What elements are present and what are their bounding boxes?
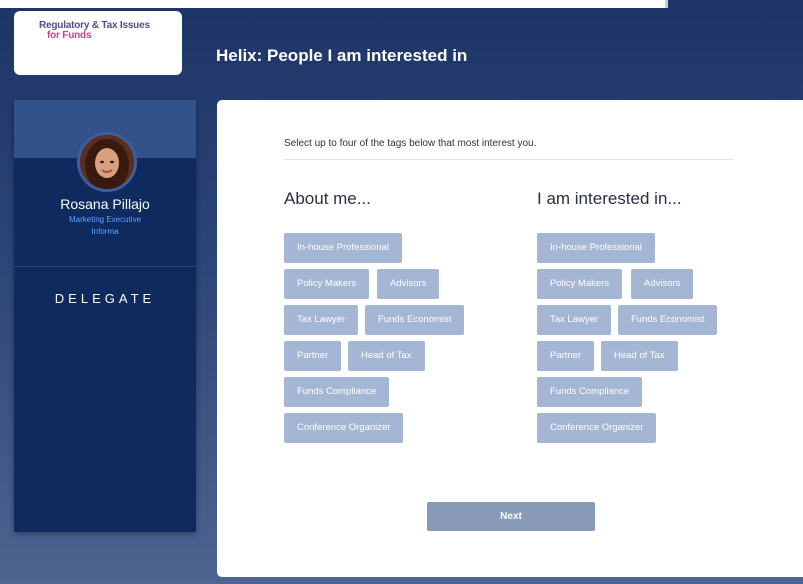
interest-tag-advisors[interactable]: Advisors [631, 269, 694, 299]
sidebar-divider [14, 266, 196, 267]
about-tag-partner[interactable]: Partner [284, 341, 342, 371]
profile-sidebar: Rosana Pillajo Marketing Executive Infor… [14, 100, 196, 532]
attendee-type: DELEGATE [54, 291, 156, 306]
tag-selection-card: Select up to four of the tags below that… [217, 100, 803, 577]
interest-tag-head-of-tax[interactable]: Head of Tax [601, 341, 678, 371]
about-tag-head-of-tax[interactable]: Head of Tax [348, 341, 425, 371]
about-tag-funds-compliance[interactable]: Funds Compliance [284, 377, 390, 407]
interest-tag-partner[interactable]: Partner [537, 341, 595, 371]
user-company: Informa [91, 227, 119, 236]
about-tag-funds-economist[interactable]: Funds Economist [365, 305, 465, 335]
interest-tag-policy-makers[interactable]: Policy Makers [537, 269, 623, 299]
instruction-divider [284, 159, 734, 160]
instruction-text: Select up to four of the tags below that… [284, 138, 537, 149]
event-logo[interactable]: Regulatory & Tax Issues for Funds [14, 11, 182, 75]
about-tag-conference-organizer[interactable]: Conference Organizer [284, 413, 404, 443]
about-tag-tax-lawyer[interactable]: Tax Lawyer [284, 305, 359, 335]
page-title: Helix: People I am interested in [216, 46, 468, 65]
user-name: Rosana Pillajo [60, 196, 150, 212]
avatar-photo [80, 135, 134, 189]
about-tag-policy-makers[interactable]: Policy Makers [284, 269, 370, 299]
next-button[interactable]: Next [427, 502, 595, 531]
interest-tag-funds-economist[interactable]: Funds Economist [618, 305, 718, 335]
interest-tag-funds-compliance[interactable]: Funds Compliance [537, 377, 643, 407]
interest-tag-in-house-professional[interactable]: In-house Professional [537, 233, 655, 263]
logo-text-line2: for Funds [47, 30, 92, 41]
top-strip-dark [668, 0, 803, 8]
avatar[interactable] [77, 132, 137, 192]
interested-in-heading: I am interested in... [537, 189, 682, 208]
about-me-heading: About me... [284, 189, 371, 208]
about-tag-in-house-professional[interactable]: In-house Professional [284, 233, 402, 263]
user-role: Marketing Executive [68, 215, 142, 224]
interest-tag-conference-organizer[interactable]: Conference Organizer [537, 413, 657, 443]
about-tag-advisors[interactable]: Advisors [377, 269, 440, 299]
interest-tag-tax-lawyer[interactable]: Tax Lawyer [537, 305, 612, 335]
